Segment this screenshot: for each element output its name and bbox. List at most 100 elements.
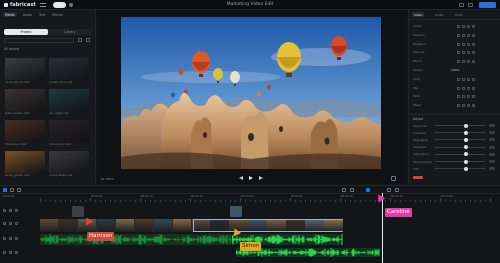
mute-icon[interactable] [15,222,18,225]
adjust-slider[interactable] [435,137,485,142]
link-icon[interactable] [350,188,354,192]
media-thumbnail[interactable] [5,151,45,173]
media-thumbnail[interactable] [5,58,45,80]
property-row[interactable]: Mask [413,103,497,108]
lock-icon[interactable] [3,251,6,254]
property-value[interactable]: 100% [451,68,460,72]
mute-icon[interactable] [15,237,18,240]
mute-icon[interactable] [15,251,18,254]
lock-icon[interactable] [3,237,6,240]
property-controls[interactable] [457,77,497,81]
playhead[interactable] [382,193,383,263]
select-tool-icon[interactable] [3,188,7,192]
property-row[interactable]: Scale [413,24,497,28]
property-row[interactable]: Crop [413,77,497,81]
filter-icon[interactable] [78,38,82,42]
slider-knob[interactable] [464,166,468,171]
tab-text[interactable]: Text [37,12,47,17]
adjust-slider[interactable] [435,145,485,150]
zoom-in-icon[interactable] [395,188,399,192]
property-row[interactable]: Opacity [413,50,497,55]
source-project[interactable]: Project [4,29,48,35]
lock-icon[interactable] [3,209,6,212]
property-row[interactable]: Fade [413,94,497,99]
tab-audio[interactable]: Audio [21,12,34,17]
slider-knob[interactable] [464,145,468,150]
eye-icon[interactable] [9,251,12,254]
adjust-slider[interactable] [435,152,485,157]
app-logo[interactable]: fabricast [4,2,36,8]
eye-icon[interactable] [9,222,12,225]
audio-clip-music[interactable] [40,234,232,245]
slider-knob[interactable] [464,137,468,142]
property-row[interactable]: Flip [413,86,497,90]
adjust-slider[interactable] [435,123,485,128]
slider-toggle[interactable] [489,152,495,156]
zoom-out-icon[interactable] [387,188,391,192]
slider-toggle[interactable] [489,131,495,135]
slider-knob[interactable] [464,159,468,164]
slider-knob[interactable] [464,152,468,157]
property-controls[interactable] [457,59,497,64]
slider-toggle[interactable] [489,138,495,142]
trim-tool-icon[interactable] [17,188,21,192]
snap-toggle-icon[interactable] [366,188,370,192]
media-thumbnail[interactable] [49,58,89,80]
slider-toggle[interactable] [489,167,495,171]
property-row[interactable]: Position [413,33,497,37]
media-thumbnail[interactable] [5,120,45,142]
project-title[interactable]: Marketing Video Edit [200,2,300,7]
property-controls[interactable] [457,33,497,37]
overlay-clip[interactable] [72,206,84,217]
property-controls[interactable] [457,103,497,108]
selected-clip[interactable] [193,219,343,232]
undo-icon[interactable] [459,3,464,7]
timeline-ruler[interactable]: 00:00:00 00:00:05 00:00:10 00:00:15 00:00:20… [0,195,500,202]
media-thumbnail[interactable] [49,151,89,173]
user-avatar[interactable] [69,3,73,7]
next-frame-icon[interactable] [259,176,263,180]
tab-video[interactable]: Video [412,12,425,17]
fullscreen-icon[interactable] [391,176,396,181]
property-controls[interactable] [457,86,497,90]
mute-icon[interactable] [15,209,18,212]
eye-icon[interactable] [9,209,12,212]
media-thumbnail[interactable] [5,89,45,111]
menu-icon[interactable] [40,3,46,7]
grid-view-icon[interactable] [86,38,90,42]
preview-scale-select[interactable]: Fit 100% [101,177,114,181]
tab-audio-inspector[interactable]: Audio [433,12,446,17]
magnet-icon[interactable] [342,188,346,192]
lock-icon[interactable] [3,222,6,225]
adjust-slider[interactable] [435,159,485,164]
video-preview[interactable] [121,17,381,169]
property-controls[interactable] [457,94,497,99]
redo-icon[interactable] [468,3,473,7]
prev-frame-icon[interactable] [239,176,243,180]
tab-effects[interactable]: Effects [50,12,65,17]
slider-toggle[interactable] [489,124,495,127]
adjust-slider[interactable] [435,130,485,135]
slider-knob[interactable] [464,123,468,128]
slider-knob[interactable] [464,130,468,135]
overlay-clip[interactable] [230,206,242,217]
property-controls[interactable] [457,50,497,55]
property-row[interactable]: Blend [413,59,497,64]
play-icon[interactable] [249,176,253,180]
tab-media[interactable]: Media [3,12,17,17]
export-button[interactable] [479,2,496,8]
slider-toggle[interactable] [489,160,495,163]
eye-icon[interactable] [9,237,12,240]
cut-tool-icon[interactable] [10,188,14,192]
media-search-input[interactable] [4,38,74,43]
property-controls[interactable] [457,24,497,28]
source-library[interactable]: Library [48,29,92,35]
property-row[interactable]: Speed 100% [413,68,497,72]
share-toggle[interactable] [53,2,66,8]
tab-color[interactable]: Color [453,12,465,17]
media-thumbnail[interactable] [49,89,89,111]
media-thumbnail[interactable] [49,120,89,142]
property-controls[interactable] [457,42,497,46]
adjust-slider[interactable] [435,166,485,171]
slider-toggle[interactable] [489,145,495,149]
